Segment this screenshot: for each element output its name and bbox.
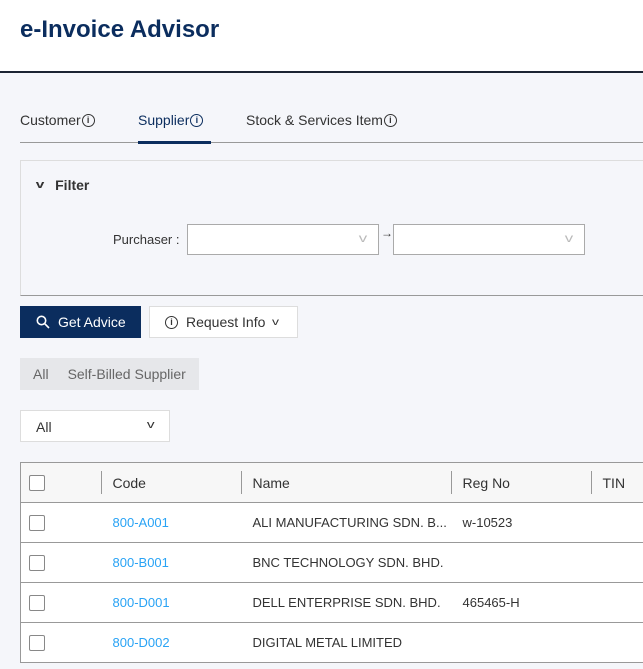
table-row: 800-B001 BNC TECHNOLOGY SDN. BHD. [20,542,643,583]
tin-cell [590,502,643,543]
table-row: 800-D001 DELL ENTERPRISE SDN. BHD. 465465-… [20,582,643,623]
chevron-down-icon: v [358,231,368,245]
purchaser-from-select[interactable]: v [187,224,379,255]
info-icon[interactable]: i [81,113,95,127]
app-title: e-Invoice Advisor [20,16,220,43]
filter-title: Filter [55,177,90,193]
status-dropdown[interactable]: All v [20,410,170,442]
row-checkbox[interactable] [29,554,45,571]
segment-self-billed-supplier[interactable]: Self-Billed Supplier [55,366,199,382]
column-header-name[interactable]: Name [240,462,451,503]
chevron-down-icon: v [146,419,155,431]
row-select-cell [20,582,101,623]
tin-cell [590,582,643,623]
search-icon [36,315,50,329]
table-row: 800-A001 ALI MANUFACTURING SDN. B... w-105… [20,502,643,543]
table-row: 800-D002 DIGITAL METAL LIMITED [20,622,643,663]
name-cell: DELL ENTERPRISE SDN. BHD. [240,582,451,623]
tab-stock-services-item[interactable]: Stock & Services Item i [246,112,397,128]
tab-supplier[interactable]: Supplier i [138,112,212,144]
name-cell: ALI MANUFACTURING SDN. B... [240,502,451,543]
select-all-checkbox[interactable] [29,475,45,492]
get-advice-label: Get Advice [58,314,126,330]
reg-no-cell: w-10523 [450,502,591,543]
info-icon: i [165,315,178,329]
tab-label: Customer [20,112,81,128]
tab-label: Stock & Services Item [246,112,383,128]
column-header-tin[interactable]: TIN [590,462,643,503]
table-header: Code Name Reg No TIN [20,462,643,503]
tab-customer[interactable]: Customer i [20,112,95,128]
code-link[interactable]: 800-D001 [113,595,170,610]
row-select-cell [20,502,101,543]
select-all-cell [20,462,101,503]
range-separator: → [381,226,393,240]
name-cell: BNC TECHNOLOGY SDN. BHD. [240,542,451,583]
column-header-reg-no[interactable]: Reg No [450,462,591,503]
filter-toggle[interactable]: v Filter [35,177,90,193]
row-checkbox[interactable] [29,514,45,531]
chevron-down-icon: v [564,231,574,245]
purchaser-to-select[interactable]: v [393,224,585,255]
tab-bar: Customer i Supplier i Stock & Services Ite… [20,100,643,144]
dropdown-value: All [36,419,52,435]
chevron-down-icon: v [35,179,45,191]
chevron-down-icon: v [272,316,280,328]
segment-all[interactable]: All [20,366,55,382]
get-advice-button[interactable]: Get Advice [20,306,141,338]
filter-panel: v Filter Purchaser : v → v [20,160,643,296]
request-info-button[interactable]: i Request Info v [149,306,298,338]
tin-cell [590,622,643,663]
code-link[interactable]: 800-D002 [113,635,170,650]
info-icon[interactable]: i [383,113,397,127]
code-link[interactable]: 800-B001 [113,555,169,570]
app-header: e-Invoice Advisor [0,0,643,73]
request-info-label: Request Info [186,314,266,330]
row-checkbox[interactable] [29,634,45,651]
purchaser-label: Purchaser : [113,232,180,247]
reg-no-cell: 465465-H [450,582,591,623]
row-select-cell [20,542,101,583]
supplier-type-segment: All Self-Billed Supplier [20,358,199,390]
tin-cell [590,542,643,583]
name-cell: DIGITAL METAL LIMITED [240,622,451,663]
reg-no-cell [450,622,591,663]
column-header-code[interactable]: Code [100,462,241,503]
tab-label: Supplier [138,112,190,128]
reg-no-cell [450,542,591,583]
supplier-table: Code Name Reg No TIN 800-A001 ALI MANUFAC… [20,462,643,663]
row-select-cell [20,622,101,663]
info-icon[interactable]: i [190,113,204,127]
code-link[interactable]: 800-A001 [113,515,169,530]
row-checkbox[interactable] [29,594,45,611]
